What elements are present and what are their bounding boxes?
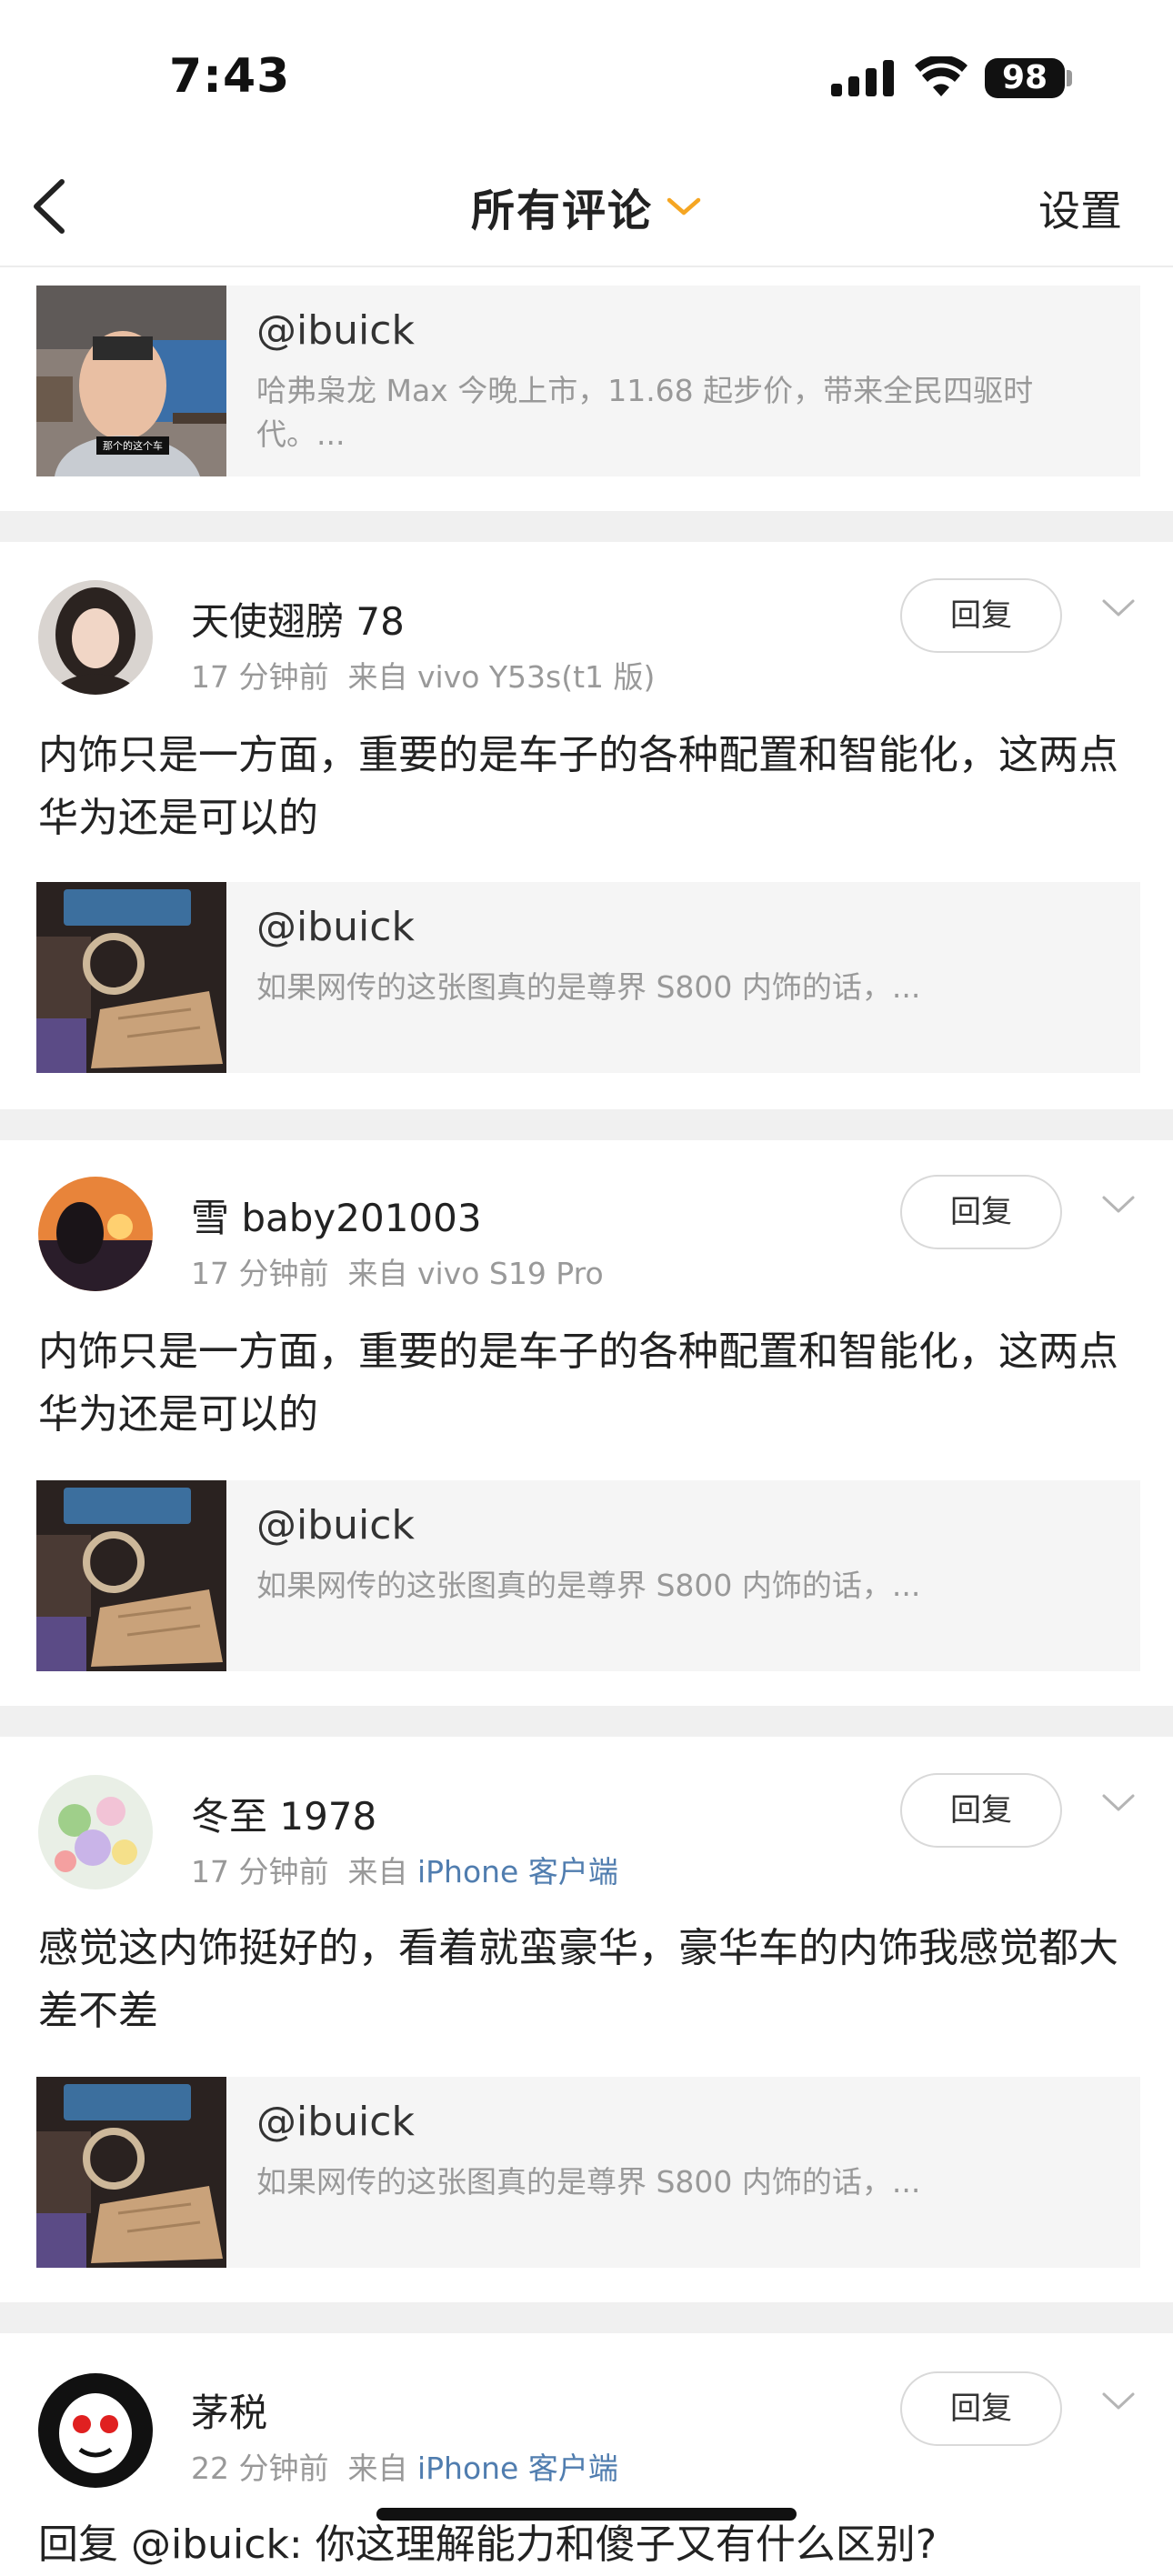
quoted-post-card[interactable]: @ibuick 如果网传的这张图真的是尊界 S800 内饰的话，...: [36, 882, 1140, 1073]
thumbnail-caption: 那个的这个车: [103, 439, 163, 452]
reply-button[interactable]: 回复: [900, 1773, 1062, 1848]
card-excerpt: 如果网传的这张图真的是尊界 S800 内饰的话，...: [256, 1568, 921, 1603]
comment-text: 内饰只是一方面，重要的是车子的各种配置和智能化，这两点华为还是可以的: [38, 1328, 1118, 1438]
comment-text: 内饰只是一方面，重要的是车子的各种配置和智能化，这两点华为还是可以的: [38, 732, 1118, 841]
comment-time: 22 分钟前: [191, 2451, 329, 2486]
quoted-post-card[interactable]: 那个的这个车 @ibuick 哈弗枭龙 Max 今晚上市，11.68 起步价，带…: [36, 286, 1140, 476]
avatar[interactable]: [38, 1177, 153, 1291]
comment-meta: 17 分钟前 来自 vivo S19 Pro: [191, 1249, 604, 1293]
comment-source-prefix: 来自: [347, 1854, 408, 1889]
card-author: @ibuick: [256, 904, 415, 950]
comment-meta: 17 分钟前 来自 vivo Y53s(t1 版): [191, 653, 655, 697]
battery-icon: 98: [985, 58, 1065, 98]
page-title: 所有评论: [470, 185, 653, 236]
quoted-post-card[interactable]: @ibuick 如果网传的这张图真的是尊界 S800 内饰的话，...: [36, 1480, 1140, 1671]
card-excerpt: 如果网传的这张图真的是尊界 S800 内饰的话，...: [256, 969, 921, 1005]
comment-time: 17 分钟前: [191, 659, 329, 695]
section-divider: [0, 511, 1173, 542]
chevron-down-icon[interactable]: [1100, 596, 1137, 620]
car-interior-image: [36, 2077, 226, 2268]
comment-meta: 17 分钟前 来自 iPhone 客户端: [191, 1848, 618, 1891]
car-interior-image: [36, 1480, 226, 1671]
card-author: @ibuick: [256, 1502, 415, 1549]
comment-text: 感觉这内饰挺好的，看着就蛮豪华，豪华车的内饰我感觉都大差不差: [38, 1925, 1118, 2034]
reply-button[interactable]: 回复: [900, 2371, 1062, 2446]
comment-username[interactable]: 茅税: [191, 2382, 267, 2438]
section-divider: [0, 2302, 1173, 2333]
status-time: 7:43: [169, 49, 291, 104]
chevron-down-icon: [667, 197, 701, 216]
comment-source-prefix: 来自: [347, 659, 408, 695]
home-indicator[interactable]: [376, 2508, 797, 2521]
reply-button[interactable]: 回复: [900, 578, 1062, 653]
chevron-down-icon[interactable]: [1100, 2390, 1137, 2413]
battery-tip: [1067, 70, 1072, 86]
avatar[interactable]: [38, 580, 153, 695]
signal-icon: [831, 60, 894, 96]
card-author: @ibuick: [256, 307, 415, 354]
video-thumbnail: 那个的这个车: [36, 286, 226, 476]
comment-source-prefix: 来自: [347, 2451, 408, 2486]
back-button[interactable]: [18, 169, 84, 244]
card-excerpt: 如果网传的这张图真的是尊界 S800 内饰的话，...: [256, 2164, 921, 2200]
comment-text: 回复 @ibuick: 你这理解能力和傻子又有什么区别?: [38, 2521, 937, 2568]
comment-username[interactable]: 天使翅膀 78: [191, 591, 405, 647]
car-interior-image: [36, 882, 226, 1073]
comment-source-prefix: 来自: [347, 1256, 408, 1291]
card-excerpt: 哈弗枭龙 Max 今晚上市，11.68 起步价，带来全民四驱时代。...: [256, 373, 1034, 452]
avatar[interactable]: [38, 2373, 153, 2488]
header-divider: [0, 266, 1173, 267]
quoted-post-card[interactable]: @ibuick 如果网传的这张图真的是尊界 S800 内饰的话，...: [36, 2077, 1140, 2268]
comment-source: vivo Y53s(t1 版): [416, 659, 656, 695]
chevron-down-icon[interactable]: [1100, 1791, 1137, 1815]
comment-filter-dropdown[interactable]: 所有评论: [436, 175, 737, 238]
card-author: @ibuick: [256, 2099, 415, 2145]
comment-username[interactable]: 冬至 1978: [191, 1786, 376, 1841]
section-divider: [0, 1706, 1173, 1737]
comment-source-link[interactable]: iPhone 客户端: [417, 2451, 618, 2486]
settings-button[interactable]: 设置: [1038, 178, 1122, 238]
comment-meta: 22 分钟前 来自 iPhone 客户端: [191, 2444, 618, 2488]
comment-source-link[interactable]: iPhone 客户端: [417, 1854, 618, 1889]
chevron-down-icon[interactable]: [1100, 1193, 1137, 1217]
comment-time: 17 分钟前: [191, 1256, 329, 1291]
section-divider: [0, 1109, 1173, 1140]
battery-level: 98: [1001, 59, 1048, 96]
chevron-left-icon: [34, 179, 65, 234]
avatar[interactable]: [38, 1775, 153, 1889]
comment-time: 17 分钟前: [191, 1854, 329, 1889]
reply-button[interactable]: 回复: [900, 1175, 1062, 1249]
comment-source: vivo S19 Pro: [416, 1256, 604, 1291]
wifi-icon: [915, 56, 967, 96]
comment-username[interactable]: 雪 baby201003: [191, 1188, 482, 1243]
